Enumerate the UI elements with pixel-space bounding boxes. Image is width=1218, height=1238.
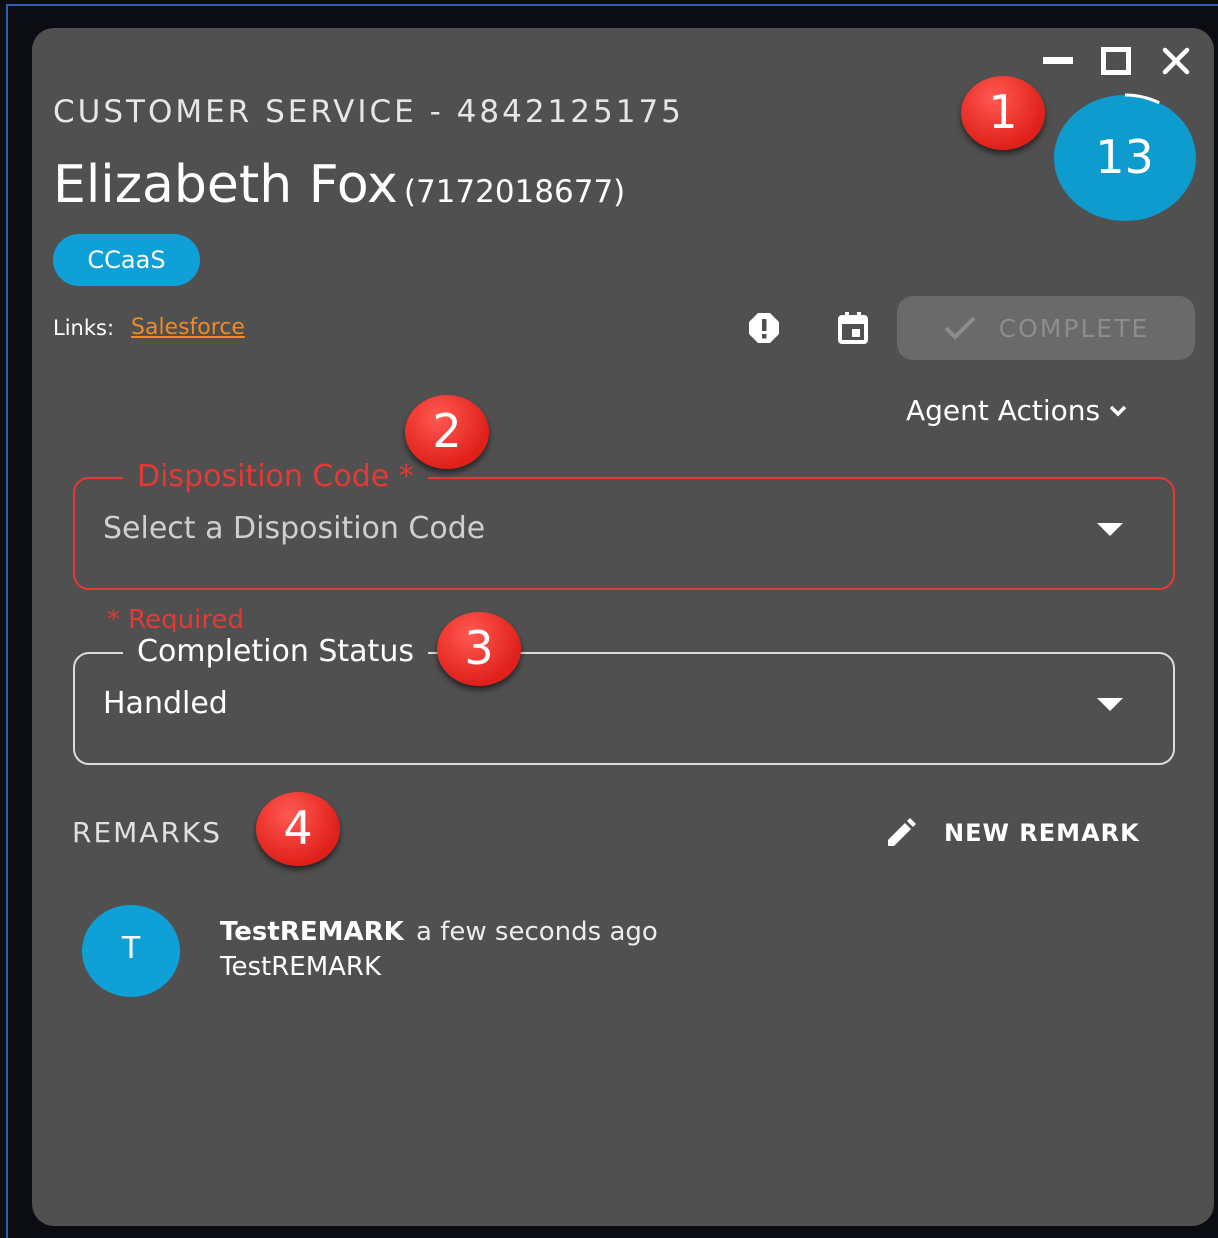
close-button[interactable] — [1156, 44, 1196, 78]
completion-status-value: Handled — [103, 686, 228, 721]
avatar: T — [82, 905, 180, 997]
maximize-icon — [1101, 47, 1131, 75]
dropdown-arrow-icon — [1097, 698, 1123, 711]
annotation-marker-3: 3 — [437, 612, 521, 686]
channel-tag: CCaaS — [53, 234, 200, 286]
agent-actions-menu[interactable]: Agent Actions — [906, 392, 1128, 430]
remark-meta: TestREMARK a few seconds ago — [220, 915, 658, 949]
new-remark-label: NEW REMARK — [944, 819, 1140, 847]
completion-status-label: Completion Status — [123, 632, 428, 672]
alert-button[interactable] — [744, 308, 784, 348]
annotation-marker-1: 1 — [961, 76, 1045, 150]
customer-phone: (7172018677) — [403, 174, 626, 210]
customer-heading: Elizabeth Fox (7172018677) — [53, 153, 625, 224]
pencil-icon — [888, 818, 916, 846]
dropdown-arrow-icon — [1097, 523, 1123, 536]
check-icon — [944, 316, 976, 340]
close-icon — [1162, 47, 1190, 75]
customer-name: Elizabeth Fox — [53, 155, 398, 215]
links-label: Links: — [53, 316, 115, 340]
calendar-icon — [838, 312, 868, 344]
remark-timestamp: a few seconds ago — [416, 917, 658, 947]
minimize-icon — [1043, 57, 1073, 64]
timer-value: 13 — [1095, 130, 1154, 184]
queue-title: CUSTOMER SERVICE - 4842125175 — [53, 94, 684, 130]
salesforce-link[interactable]: Salesforce — [131, 314, 245, 342]
disposition-code-label: Disposition Code * — [123, 457, 428, 497]
minimize-button[interactable] — [1040, 44, 1076, 78]
annotation-marker-2: 2 — [405, 395, 489, 469]
disposition-code-placeholder: Select a Disposition Code — [103, 511, 486, 546]
annotation-marker-4: 4 — [256, 792, 340, 866]
complete-button[interactable]: COMPLETE — [897, 296, 1195, 360]
complete-label: COMPLETE — [998, 313, 1150, 343]
completion-status-select[interactable]: Completion Status Handled — [73, 632, 1175, 765]
maximize-button[interactable] — [1098, 44, 1134, 78]
agent-actions-label: Agent Actions — [906, 394, 1101, 427]
remarks-title: REMARKS — [72, 816, 223, 849]
disposition-code-select[interactable]: Disposition Code * Select a Disposition … — [73, 457, 1175, 590]
remark-author: TestREMARK — [220, 917, 404, 947]
alert-circle-icon — [749, 313, 779, 343]
remark-text: TestREMARK — [220, 952, 382, 982]
schedule-button[interactable] — [833, 308, 873, 348]
new-remark-button[interactable]: NEW REMARK — [884, 814, 1140, 852]
chevron-down-icon — [1109, 405, 1127, 417]
